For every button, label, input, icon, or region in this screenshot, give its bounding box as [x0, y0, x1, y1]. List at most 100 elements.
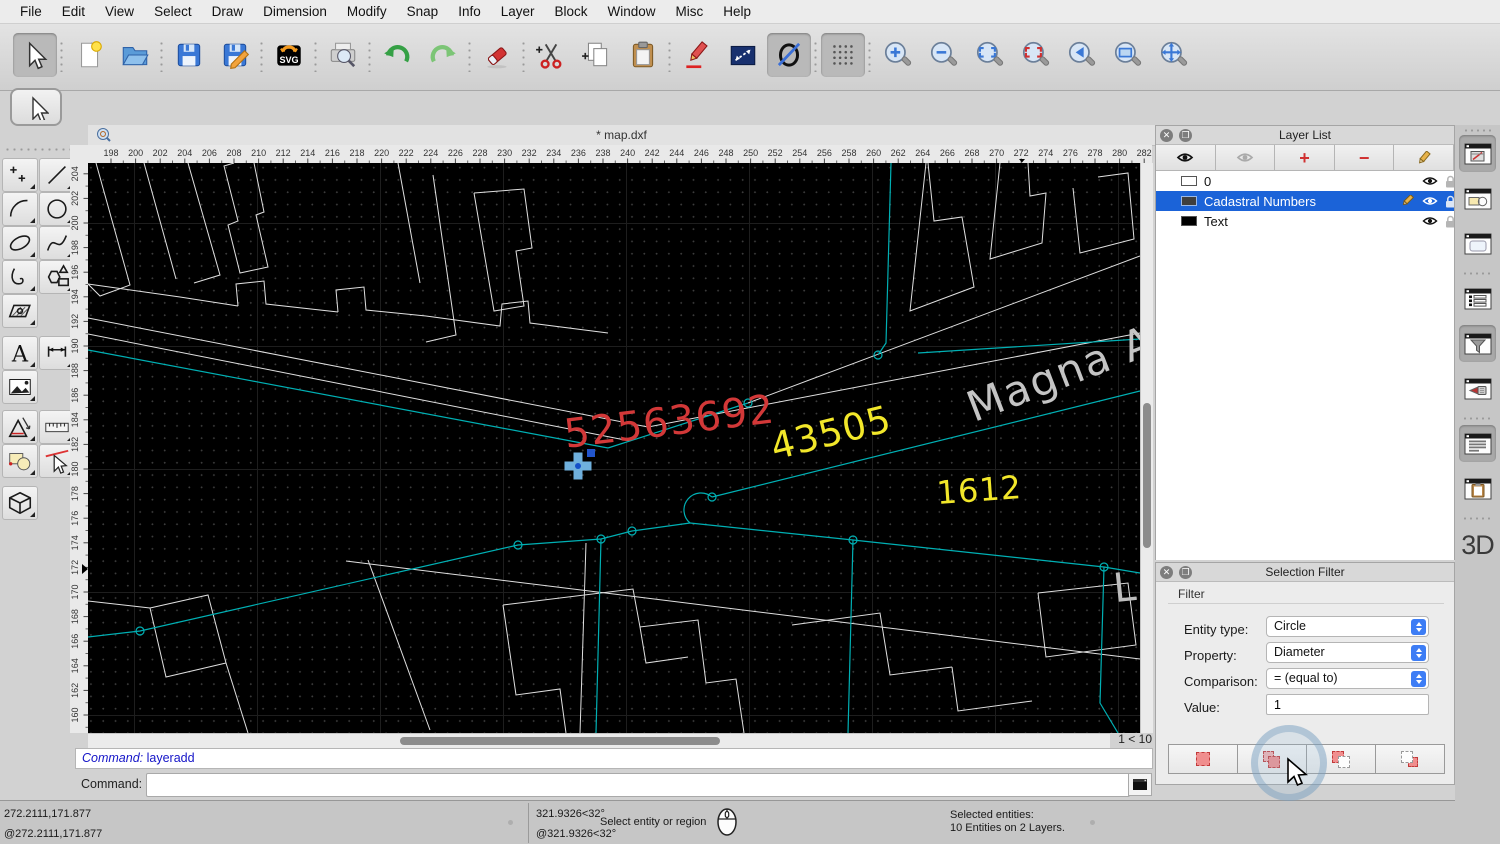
- replace-selection-button[interactable]: [1169, 745, 1238, 773]
- layer-lock-icon[interactable]: [1444, 175, 1454, 188]
- selection-tool-button[interactable]: [10, 88, 62, 126]
- vertical-scrollbar[interactable]: [1140, 163, 1153, 733]
- layer-row-0[interactable]: 0: [1156, 171, 1454, 191]
- layer-color-swatch[interactable]: [1181, 176, 1197, 186]
- svg-text:222: 222: [399, 148, 414, 158]
- point-tool-button[interactable]: [2, 158, 38, 192]
- add-layer-button[interactable]: +: [1275, 145, 1335, 170]
- layer-visibility-icon[interactable]: [1422, 175, 1438, 188]
- menu-misc[interactable]: Misc: [666, 4, 714, 19]
- menu-view[interactable]: View: [95, 4, 144, 19]
- clipboard-panel-toggle-button[interactable]: [1459, 470, 1496, 507]
- open-file-button[interactable]: [113, 33, 157, 77]
- menu-modify[interactable]: Modify: [337, 4, 397, 19]
- disable-snap-button[interactable]: [767, 33, 811, 77]
- edit-layer-button[interactable]: [1394, 145, 1454, 170]
- redo-button[interactable]: [421, 33, 465, 77]
- menu-info[interactable]: Info: [448, 4, 491, 19]
- draw-order-button[interactable]: [675, 33, 719, 77]
- comparison-dropdown[interactable]: = (equal to): [1266, 668, 1429, 689]
- previous-view-button[interactable]: [1059, 33, 1103, 77]
- image-tool-button[interactable]: [2, 370, 38, 404]
- vertical-scrollbar-thumb[interactable]: [1143, 403, 1151, 548]
- property-dropdown[interactable]: Diameter: [1266, 642, 1429, 663]
- delete-entities-button[interactable]: [475, 33, 519, 77]
- close-panel-icon[interactable]: ✕: [1160, 566, 1173, 579]
- layer-color-swatch[interactable]: [1181, 196, 1197, 206]
- layer-lock-icon[interactable]: [1444, 195, 1454, 208]
- zoom-in-button[interactable]: [875, 33, 919, 77]
- block-icon: [6, 447, 34, 475]
- arc-tool-button[interactable]: [2, 192, 38, 226]
- remove-layer-button[interactable]: −: [1335, 145, 1395, 170]
- horizontal-scrollbar[interactable]: [88, 733, 1110, 749]
- menu-draw[interactable]: Draw: [202, 4, 254, 19]
- text-tool-button[interactable]: A: [2, 336, 38, 370]
- float-panel-icon[interactable]: ❐: [1179, 566, 1192, 579]
- layer-row-text[interactable]: Text: [1156, 211, 1454, 231]
- palette-handle[interactable]: [4, 148, 70, 151]
- menu-window[interactable]: Window: [598, 4, 666, 19]
- ellipse-tool-button[interactable]: [2, 226, 38, 260]
- layer-visibility-icon[interactable]: [1422, 195, 1438, 208]
- menu-file[interactable]: File: [10, 4, 52, 19]
- copy-button[interactable]: [575, 33, 619, 77]
- dimension-tool-button[interactable]: [721, 33, 765, 77]
- add-to-selection-button[interactable]: [1238, 745, 1307, 773]
- hatch-tool-button[interactable]: [2, 294, 38, 328]
- block-tool-button[interactable]: [2, 444, 38, 478]
- layer-visibility-icon[interactable]: [1422, 215, 1438, 228]
- save-file-button[interactable]: [167, 33, 211, 77]
- entity-type-dropdown[interactable]: Circle: [1266, 616, 1429, 637]
- view-list-panel-toggle-button[interactable]: [1459, 370, 1496, 407]
- float-panel-icon[interactable]: ❐: [1179, 129, 1192, 142]
- menu-select[interactable]: Select: [144, 4, 202, 19]
- subtract-from-selection-button[interactable]: [1307, 745, 1376, 773]
- zoom-out-button[interactable]: [921, 33, 965, 77]
- grid-toggle-button[interactable]: [821, 33, 865, 77]
- layer-color-swatch[interactable]: [1181, 216, 1197, 226]
- hide-all-layers-button[interactable]: [1216, 145, 1276, 170]
- modify-tool-button[interactable]: [2, 410, 38, 444]
- close-panel-icon[interactable]: ✕: [1160, 129, 1173, 142]
- menu-dimension[interactable]: Dimension: [253, 4, 337, 19]
- drawing-canvas[interactable]: 52563692435051612Magna AL: [88, 163, 1140, 733]
- menu-edit[interactable]: Edit: [52, 4, 95, 19]
- map-drawing[interactable]: 52563692435051612Magna AL: [88, 163, 1140, 733]
- save-as-button[interactable]: [213, 33, 257, 77]
- relative-coordinate: @272.2111,171.877: [4, 828, 102, 840]
- horizontal-scrollbar-thumb[interactable]: [400, 737, 720, 745]
- zoom-window-button[interactable]: [1105, 33, 1149, 77]
- value-input[interactable]: [1266, 694, 1429, 715]
- command-window-toggle-button[interactable]: [1128, 773, 1152, 796]
- export-svg-button[interactable]: SVG: [267, 33, 311, 77]
- library-browser-panel-toggle-button[interactable]: [1459, 225, 1496, 262]
- print-preview-button[interactable]: [321, 33, 365, 77]
- undo-button[interactable]: [375, 33, 419, 77]
- svg-text:52563692: 52563692: [562, 386, 778, 457]
- menu-help[interactable]: Help: [713, 4, 761, 19]
- cut-button[interactable]: [529, 33, 573, 77]
- command-line-panel-toggle-button[interactable]: [1459, 425, 1496, 462]
- intersect-selection-button[interactable]: [1376, 745, 1444, 773]
- paste-button[interactable]: [621, 33, 665, 77]
- layer-list-panel-toggle-button[interactable]: [1459, 135, 1496, 172]
- solid-3d-tool-button[interactable]: [2, 486, 38, 520]
- block-list-panel-toggle-button[interactable]: [1459, 180, 1496, 217]
- layer-row-cadastral-numbers[interactable]: Cadastral Numbers: [1156, 191, 1454, 211]
- new-file-button[interactable]: [67, 33, 111, 77]
- pan-button[interactable]: [1151, 33, 1195, 77]
- zoom-selection-button[interactable]: [1013, 33, 1057, 77]
- layer-lock-icon[interactable]: [1444, 215, 1454, 228]
- command-input[interactable]: [146, 773, 1130, 797]
- property-editor-panel-toggle-button[interactable]: [1459, 280, 1496, 317]
- rail-handle[interactable]: [1463, 129, 1493, 132]
- selection-tool-button[interactable]: [13, 33, 57, 77]
- show-all-layers-button[interactable]: [1156, 145, 1216, 170]
- auto-zoom-button[interactable]: [967, 33, 1011, 77]
- menu-layer[interactable]: Layer: [491, 4, 545, 19]
- selection-filter-panel-toggle-button[interactable]: [1459, 325, 1496, 362]
- menu-block[interactable]: Block: [545, 4, 598, 19]
- menu-snap[interactable]: Snap: [397, 4, 449, 19]
- polyline-tool-button[interactable]: [2, 260, 38, 294]
